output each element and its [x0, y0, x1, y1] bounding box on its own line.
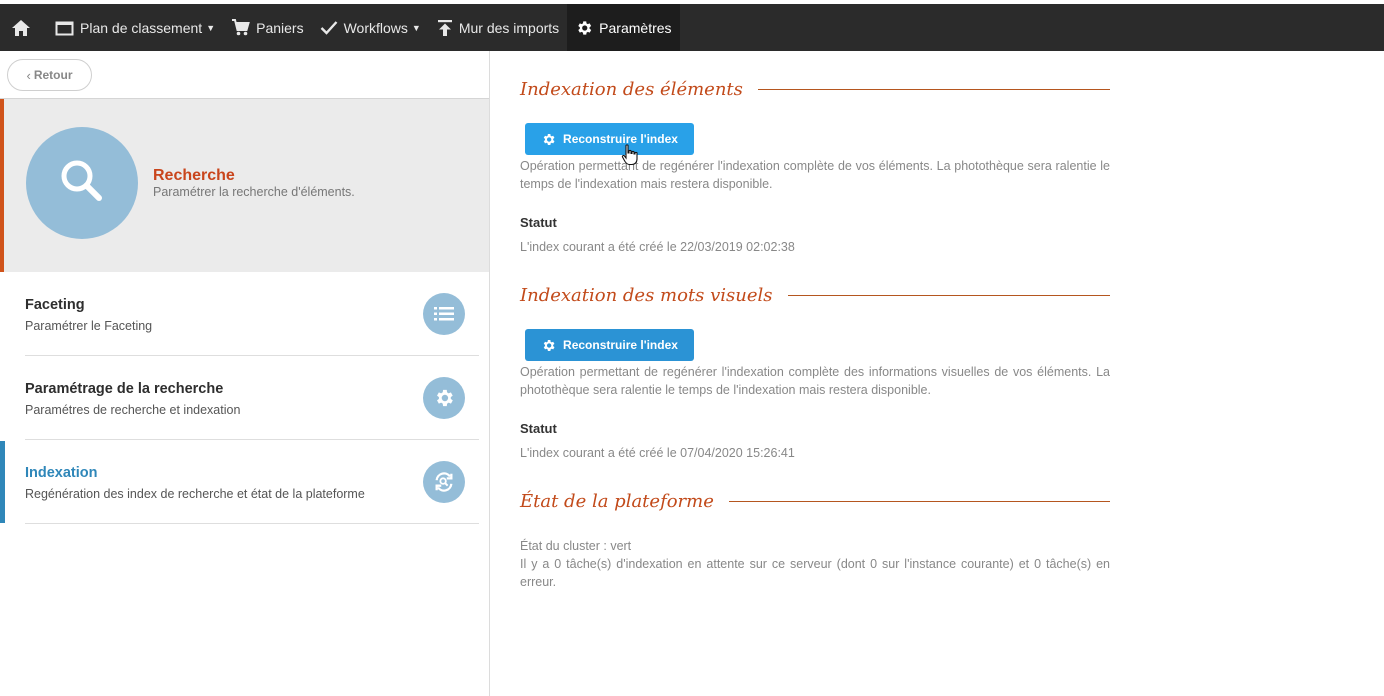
back-button[interactable]: ‹ Retour	[7, 59, 92, 91]
sidebar-item-subtitle: Paramétrer le Faceting	[25, 319, 153, 333]
hero-icon-circle	[26, 127, 138, 239]
nav-plan-de-classement[interactable]: Plan de classement ▼	[47, 4, 223, 51]
gear-icon	[423, 377, 465, 419]
back-button-label: Retour	[33, 68, 73, 82]
list-icon	[423, 293, 465, 335]
section-title: Indexation des éléments	[520, 79, 743, 100]
home-icon	[11, 19, 31, 37]
nav-workflows-label: Workflows	[343, 19, 408, 36]
sidebar-item-indexation[interactable]: Indexation Regénération des index de rec…	[25, 440, 479, 524]
nav-mur-des-imports-label: Mur des imports	[458, 19, 560, 36]
section-divider	[787, 295, 1110, 296]
folder-icon	[55, 20, 74, 36]
section-mots-visuels-header: Indexation des mots visuels	[520, 285, 1110, 306]
cluster-status: État du cluster : vert	[520, 539, 632, 553]
section-title: État de la plateforme	[520, 491, 714, 512]
sidebar-item-subtitle: Regénération des index de recherche et é…	[25, 487, 365, 501]
chevron-down-icon: ▼	[206, 22, 216, 33]
status-text: L'index courant a été créé le 22/03/2019…	[520, 240, 795, 254]
nav-paniers[interactable]: Paniers	[223, 4, 311, 51]
sidebar-item-title: Paramétrage de la recherche	[25, 381, 224, 397]
hero-subtitle: Paramétrer la recherche d'éléments.	[153, 185, 355, 199]
cart-icon	[231, 19, 250, 36]
gear-icon	[541, 338, 556, 353]
sidebar-item-parametrage[interactable]: Paramétrage de la recherche Paramétres d…	[25, 356, 479, 440]
nav-workflows[interactable]: Workflows ▼	[312, 4, 429, 51]
sidebar-item-subtitle: Paramétres de recherche et indexation	[25, 403, 241, 417]
nav-paniers-label: Paniers	[256, 19, 304, 36]
upload-icon	[437, 19, 453, 37]
refresh-search-icon	[423, 461, 465, 503]
chevron-down-icon: ▼	[411, 22, 421, 33]
hand-cursor-icon	[621, 144, 639, 171]
nav-plan-de-classement-label: Plan de classement	[80, 19, 203, 36]
nav-parametres[interactable]: Paramètres	[567, 4, 680, 51]
top-navigation-bar: Plan de classement ▼ Paniers Workflows ▼…	[0, 0, 1384, 51]
check-icon	[320, 20, 338, 35]
nav-parametres-label: Paramètres	[599, 19, 672, 36]
sidebar-item-title: Faceting	[25, 297, 85, 313]
gear-icon	[541, 132, 556, 147]
section-etat-plateforme-header: État de la plateforme	[520, 491, 1110, 512]
section-indexation-elements-header: Indexation des éléments	[520, 79, 1110, 100]
gear-icon	[575, 19, 593, 37]
section-divider	[757, 89, 1110, 90]
status-label: Statut	[520, 215, 557, 230]
status-label: Statut	[520, 421, 557, 436]
nav-home[interactable]	[0, 4, 47, 51]
section-divider	[728, 501, 1110, 502]
rebuild-visual-index-button-label: Reconstruire l'index	[563, 338, 678, 352]
status-text: L'index courant a été créé le 07/04/2020…	[520, 446, 795, 460]
sidebar-item-title: Indexation	[25, 465, 98, 481]
sidebar-item-faceting[interactable]: Faceting Paramétrer le Faceting	[25, 272, 479, 356]
nav-mur-des-imports[interactable]: Mur des imports	[429, 4, 567, 51]
sidebar-hero-recherche: Recherche Paramétrer la recherche d'élém…	[0, 99, 489, 272]
chevron-left-icon: ‹	[26, 67, 31, 83]
tasks-status: Il y a 0 tâche(s) d'indexation en attent…	[520, 557, 1110, 589]
back-row: ‹ Retour	[0, 51, 489, 99]
rebuild-index-button[interactable]: Reconstruire l'index	[525, 123, 694, 155]
sidebar: ‹ Retour Recherche Paramétrer la recherc…	[0, 51, 490, 696]
hero-title: Recherche	[153, 167, 235, 184]
search-icon	[57, 156, 107, 211]
active-indicator	[0, 441, 5, 523]
section-description: Opération permettant de regénérer l'inde…	[520, 365, 1110, 397]
section-title: Indexation des mots visuels	[520, 285, 773, 306]
section-description: Opération permettant de regénérer l'inde…	[520, 159, 1110, 191]
rebuild-visual-index-button[interactable]: Reconstruire l'index	[525, 329, 694, 361]
